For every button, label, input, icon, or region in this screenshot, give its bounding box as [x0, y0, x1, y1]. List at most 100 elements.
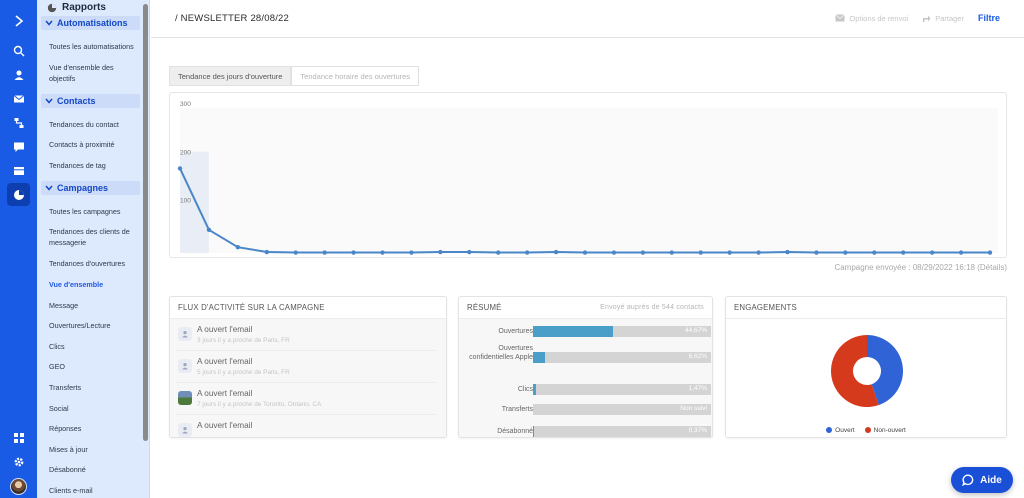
progress-track: Non suivi — [533, 404, 711, 415]
contacts-icon[interactable] — [7, 63, 30, 86]
icon-rail — [0, 0, 37, 498]
data-point — [669, 250, 674, 255]
chevron-down-icon — [45, 185, 53, 191]
nav-item[interactable]: Contacts à proximité — [49, 139, 139, 150]
data-point — [409, 250, 414, 255]
summary-row-clicks[interactable]: Clics 1,47% — [465, 381, 711, 399]
share-button[interactable]: Partager — [922, 14, 964, 23]
nav-item-active[interactable]: Vue d'ensemble — [49, 279, 139, 290]
nav-item[interactable]: GEO — [49, 361, 139, 372]
nav-item[interactable]: Tendances de tag — [49, 160, 139, 171]
y-tick-label: 100 — [180, 198, 191, 205]
trend-tabs: Tendance des jours d'ouverture Tendance … — [169, 66, 420, 86]
data-point — [843, 250, 848, 255]
data-point — [496, 250, 501, 255]
data-point — [206, 227, 212, 232]
user-avatar[interactable] — [10, 478, 27, 495]
summary-row-apple-opens[interactable]: Ouvertures confidentielles Apple 6,62% — [465, 345, 711, 367]
section-contacts[interactable]: Contacts — [41, 94, 140, 108]
nav-item[interactable]: Clics — [49, 341, 139, 352]
open-dot-icon — [826, 427, 833, 433]
nav-item[interactable]: Tendances d'ouvertures — [49, 258, 139, 269]
data-point — [785, 249, 790, 255]
summary-row-unsubscribed[interactable]: Désabonné 0,37% — [465, 423, 711, 437]
tab-daily-opens[interactable]: Tendance des jours d'ouverture — [169, 66, 292, 86]
automation-icon[interactable] — [7, 111, 30, 134]
progress-fill — [533, 352, 545, 363]
chat-bubble-icon — [962, 474, 974, 486]
nav-item[interactable]: Ouvertures/Lecture — [49, 320, 139, 331]
top-bar: / NEWSLETTER 28/08/22 Options de renvoi … — [151, 0, 1024, 38]
activity-feed-panel: FLUX D'ACTIVITÉ SUR LA CAMPAGNE A ouvert… — [169, 296, 447, 438]
share-icon — [923, 15, 931, 22]
nav-item[interactable]: Transferts — [49, 382, 139, 393]
opens-line-chart: 300 200 100 — [177, 101, 998, 255]
section-campagnes[interactable]: Campagnes — [41, 181, 140, 195]
person-icon — [178, 423, 192, 437]
legend-open: Ouvert — [826, 427, 855, 434]
data-point — [929, 250, 935, 255]
progress-track: 1,47% — [533, 384, 711, 395]
progress-track: 44,67% — [533, 326, 711, 337]
progress-fill — [533, 384, 536, 395]
progress-fill — [533, 426, 534, 437]
search-icon[interactable] — [7, 39, 30, 62]
logo-chevron-icon[interactable] — [7, 9, 30, 32]
progress-track: 6,62% — [533, 352, 711, 363]
person-icon — [178, 327, 192, 341]
nav-item[interactable]: Tendances du contact — [49, 119, 139, 130]
settings-gear-icon[interactable] — [7, 450, 30, 473]
nav-item[interactable]: Vue d'ensemble des objectifs — [49, 62, 139, 84]
data-point — [380, 250, 385, 255]
list-item[interactable]: A ouvert l'email 7 jours il y a proche d… — [176, 385, 436, 415]
subnav-title: Rapports — [47, 2, 106, 13]
reports-pie-icon[interactable] — [7, 183, 30, 206]
website-icon[interactable] — [7, 159, 30, 182]
data-point — [872, 250, 877, 255]
data-point — [814, 250, 819, 255]
resend-options-button[interactable]: Options de renvoi — [835, 14, 908, 23]
nav-item[interactable]: Social — [49, 403, 139, 414]
list-item[interactable]: A ouvert l'email 3 jours il y a proche d… — [176, 321, 436, 351]
data-point — [235, 245, 241, 250]
legend-closed: Non-ouvert — [864, 427, 906, 434]
active-caret — [31, 190, 36, 200]
conversations-icon[interactable] — [7, 135, 30, 158]
envelope-icon — [835, 14, 846, 22]
y-tick-label: 200 — [180, 149, 191, 156]
nav-item[interactable]: Réponses — [49, 423, 139, 434]
data-point — [438, 249, 443, 255]
campaign-sent-info[interactable]: Campagne envoyée : 08/29/2022 16:18 (Dét… — [834, 263, 1007, 272]
donut-legend: Ouvert Non-ouvert — [726, 427, 1006, 434]
subnav-scrollbar[interactable] — [143, 4, 148, 441]
data-point — [351, 250, 356, 255]
opens-trend-chart: 300 200 100 — [169, 92, 1007, 258]
nav-item[interactable]: Mises à jour — [49, 444, 139, 455]
nav-item[interactable]: Toutes les automatisations — [49, 41, 139, 52]
feed-list: A ouvert l'email 3 jours il y a proche d… — [170, 319, 446, 437]
nav-item[interactable]: Message — [49, 300, 139, 311]
chevron-down-icon — [45, 98, 53, 104]
help-button[interactable]: Aide — [951, 467, 1013, 493]
landscape-avatar-icon — [178, 391, 192, 405]
nav-item[interactable]: Clients e-mail — [49, 485, 139, 496]
closed-dot-icon — [864, 427, 871, 433]
nav-item[interactable]: Toutes les campagnes — [49, 206, 139, 217]
data-point — [293, 250, 298, 255]
y-tick-label: 300 — [180, 101, 191, 108]
nav-item[interactable]: Tendances des clients de messagerie — [49, 226, 139, 248]
summary-row-forwards[interactable]: Transferts Non suivi — [465, 401, 711, 419]
list-item[interactable]: A ouvert l'email — [176, 417, 436, 437]
nav-item[interactable]: Désabonné — [49, 464, 139, 475]
filter-button[interactable]: Filtre — [978, 13, 1000, 23]
panel-header: FLUX D'ACTIVITÉ SUR LA CAMPAGNE — [170, 297, 446, 319]
data-point — [553, 249, 559, 255]
section-automatisations[interactable]: Automatisations — [41, 16, 140, 30]
email-icon[interactable] — [7, 87, 30, 110]
apps-grid-icon[interactable] — [7, 426, 30, 449]
tab-hourly-opens[interactable]: Tendance horaire des ouvertures — [291, 66, 420, 86]
engagement-panel: ENGAGEMENTS Ouvert Non-ouvert — [725, 296, 1007, 438]
person-icon — [178, 359, 192, 373]
list-item[interactable]: A ouvert l'email 5 jours il y a proche d… — [176, 353, 436, 383]
summary-row-opens[interactable]: Ouvertures 44,67% — [465, 323, 711, 341]
